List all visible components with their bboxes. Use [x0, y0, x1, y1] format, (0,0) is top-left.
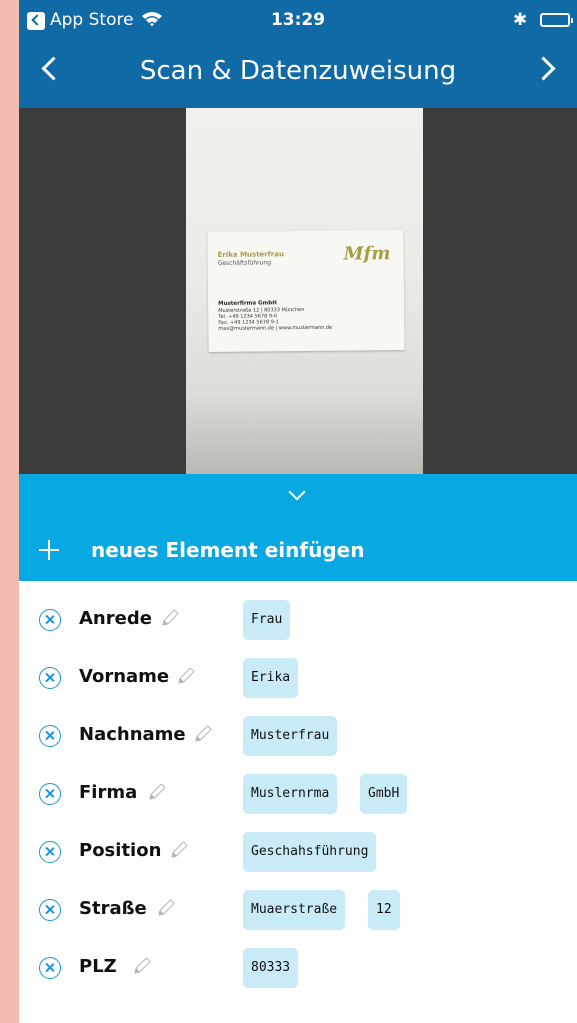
- edit-pencil-icon[interactable]: [172, 841, 188, 857]
- field-row-anrede: Anrede Frau: [19, 581, 577, 640]
- card-company: Musterfirma GmbH: [218, 300, 277, 307]
- field-label: Nachname: [79, 724, 186, 745]
- value-chip[interactable]: 12: [368, 890, 400, 930]
- field-label: Firma: [79, 782, 138, 803]
- field-row-vorname: Vorname Erika: [19, 639, 577, 698]
- chevron-down-icon[interactable]: [288, 483, 306, 501]
- field-row-nachname: Nachname Musterfrau: [19, 697, 577, 756]
- value-chip[interactable]: GmbH: [360, 774, 408, 814]
- field-label: Straße: [79, 898, 147, 919]
- top-bar: App Store 13:29 ✱ Scan & Datenzuweisung: [19, 0, 577, 108]
- card-logo: Mfm: [343, 243, 391, 265]
- remove-icon[interactable]: [39, 899, 61, 921]
- remove-icon[interactable]: [39, 783, 61, 805]
- edit-pencil-icon[interactable]: [159, 899, 175, 915]
- card-line: max@mustermann.de | www.mustermann.de: [218, 324, 333, 332]
- value-chip[interactable]: Muslernrma: [243, 774, 338, 814]
- edit-pencil-icon[interactable]: [150, 783, 166, 799]
- clock: 13:29: [270, 10, 326, 30]
- phone-screen: App Store 13:29 ✱ Scan & Datenzuweisung …: [19, 0, 577, 1023]
- edit-pencil-icon[interactable]: [163, 609, 179, 625]
- remove-icon[interactable]: [39, 725, 61, 747]
- edit-pencil-icon[interactable]: [179, 667, 195, 683]
- card-role: Geschäftsführung: [217, 259, 272, 267]
- field-row-strasse: Straße Muaerstraße 12: [19, 871, 577, 930]
- field-label: Vorname: [79, 666, 170, 687]
- value-chip[interactable]: Geschahsführung: [243, 832, 377, 872]
- remove-icon[interactable]: [39, 957, 61, 979]
- remove-icon[interactable]: [39, 609, 61, 631]
- status-bar: App Store 13:29 ✱: [19, 0, 577, 40]
- field-label: PLZ: [79, 956, 117, 977]
- collapse-bar: neues Element einfügen: [19, 474, 577, 581]
- edit-pencil-icon[interactable]: [135, 957, 151, 973]
- business-card: Erika Musterfrau Geschäftsführung Mfm Mu…: [207, 229, 405, 353]
- field-row-plz: PLZ 80333: [19, 929, 577, 988]
- value-chip[interactable]: Musterfrau: [243, 716, 338, 756]
- battery-icon: [540, 13, 573, 27]
- field-row-firma: Firma Muslernrma GmbH: [19, 755, 577, 814]
- field-row-position: Position Geschahsführung: [19, 813, 577, 872]
- bluetooth-icon: ✱: [513, 10, 528, 30]
- value-chip[interactable]: 80333: [243, 948, 299, 988]
- value-chip[interactable]: Frau: [243, 600, 291, 640]
- scan-preview: Erika Musterfrau Geschäftsführung Mfm Mu…: [19, 108, 577, 474]
- field-label: Anrede: [79, 608, 152, 629]
- add-element-button[interactable]: neues Element einfügen: [91, 538, 364, 562]
- remove-icon[interactable]: [39, 841, 61, 863]
- remove-icon[interactable]: [39, 667, 61, 689]
- scanned-photo: Erika Musterfrau Geschäftsführung Mfm Mu…: [186, 108, 423, 474]
- value-chip[interactable]: Muaerstraße: [243, 890, 346, 930]
- edit-pencil-icon[interactable]: [196, 725, 212, 741]
- card-name: Erika Musterfrau: [217, 250, 284, 259]
- value-chip[interactable]: Erika: [243, 658, 299, 698]
- page-title: Scan & Datenzuweisung: [139, 56, 457, 86]
- field-label: Position: [79, 840, 162, 861]
- plus-icon[interactable]: [39, 540, 59, 560]
